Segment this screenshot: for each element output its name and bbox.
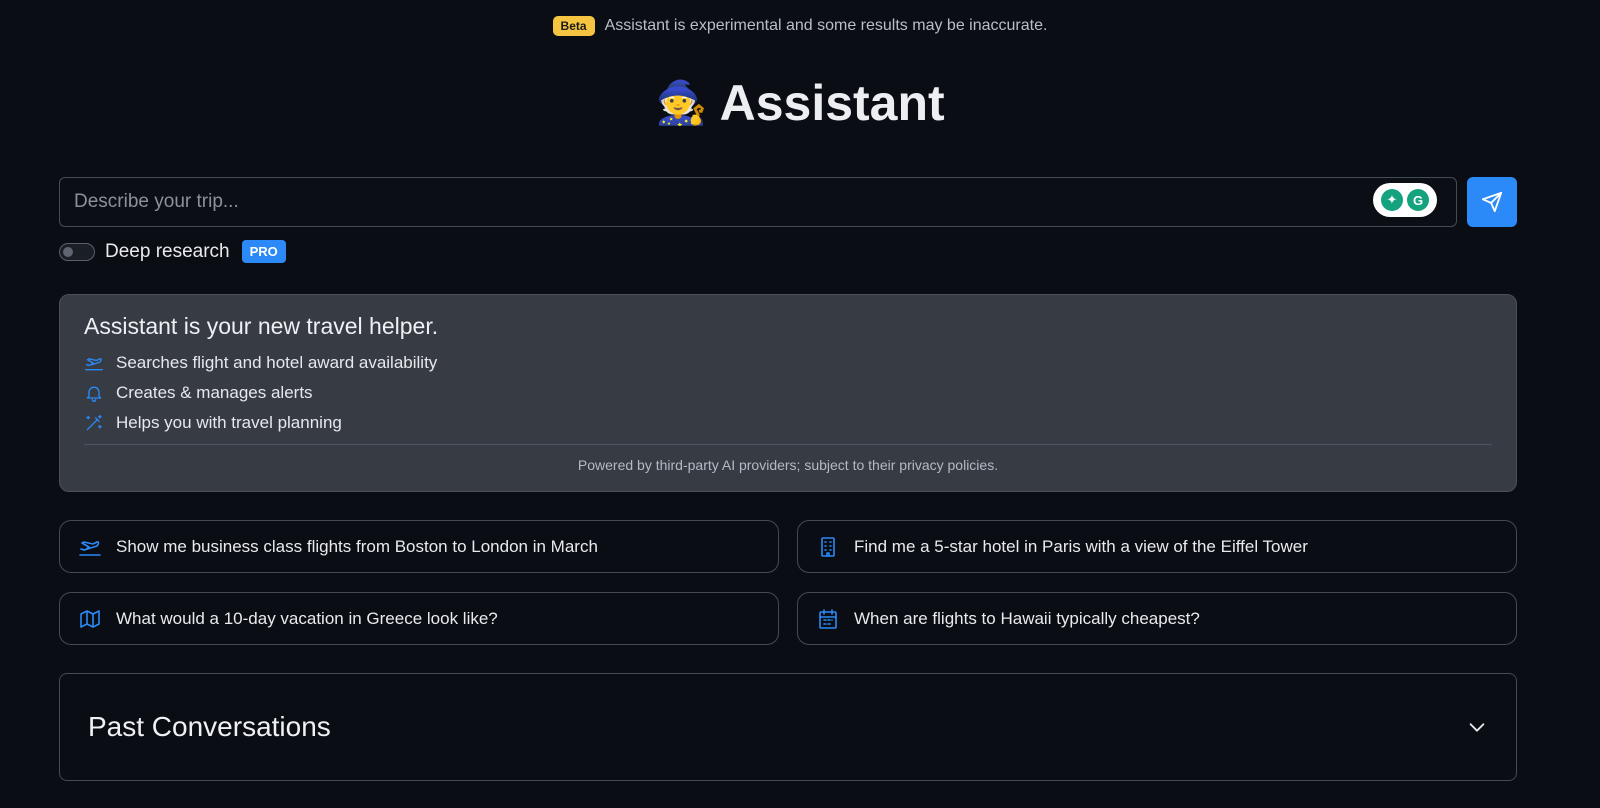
bell-icon (86, 386, 102, 402)
building-icon (821, 536, 835, 557)
magic-wand-icon (86, 414, 102, 431)
grammarly-icon: G (1407, 189, 1429, 211)
send-button[interactable] (1467, 177, 1517, 227)
suggestion-text: When are flights to Hawaii typically che… (854, 608, 1200, 628)
lightbulb-icon: ✦ (1381, 189, 1403, 211)
suggestion-text: Show me business class flights from Bost… (116, 536, 598, 556)
suggestion-text: Find me a 5-star hotel in Paris with a v… (854, 536, 1308, 556)
beta-banner: Beta Assistant is experimental and some … (0, 16, 1600, 36)
beta-banner-text: Assistant is experimental and some resul… (604, 17, 1048, 34)
trip-search-box: ✦ G (59, 177, 1457, 227)
suggestion-text: What would a 10-day vacation in Greece l… (116, 608, 498, 628)
chevron-down-icon[interactable] (1466, 716, 1488, 738)
calendar-icon (819, 608, 837, 629)
feature-item: Creates & manages alerts (84, 378, 1492, 408)
page-title: 🧙 Assistant (0, 74, 1600, 132)
suggestion-card[interactable]: Find me a 5-star hotel in Paris with a v… (797, 520, 1517, 573)
page-title-text: Assistant (719, 75, 945, 131)
info-heading: Assistant is your new travel helper. (84, 313, 439, 339)
wizard-icon: 🧙 (655, 78, 708, 126)
deep-research-toggle[interactable] (59, 242, 95, 261)
deep-research-label: Deep research (105, 240, 230, 262)
send-icon (1481, 191, 1503, 213)
suggestion-card[interactable]: What would a 10-day vacation in Greece l… (59, 592, 779, 645)
map-icon (80, 609, 100, 628)
deep-research-row: Deep research PRO (59, 240, 286, 263)
feature-item: Helps you with travel planning (84, 408, 1492, 438)
past-conversations-panel[interactable]: Past Conversations (59, 673, 1517, 781)
plane-icon (85, 358, 104, 371)
beta-badge: Beta (552, 16, 595, 36)
feature-text: Creates & manages alerts (116, 383, 313, 402)
trip-search-input[interactable] (60, 178, 1456, 226)
suggestion-card[interactable]: Show me business class flights from Bost… (59, 520, 779, 573)
info-card: Assistant is your new travel helper. Sea… (59, 294, 1517, 492)
powered-by-text: Powered by third-party AI providers; sub… (577, 457, 999, 473)
suggestion-card[interactable]: When are flights to Hawaii typically che… (797, 592, 1517, 645)
plane-icon (79, 540, 101, 556)
past-conversations-title: Past Conversations (88, 711, 331, 742)
feature-text: Searches flight and hotel award availabi… (116, 353, 438, 372)
pro-badge: PRO (241, 240, 286, 263)
feature-item: Searches flight and hotel award availabi… (84, 348, 1492, 378)
grammarly-widget[interactable]: ✦ G (1373, 183, 1437, 217)
feature-text: Helps you with travel planning (116, 413, 342, 432)
